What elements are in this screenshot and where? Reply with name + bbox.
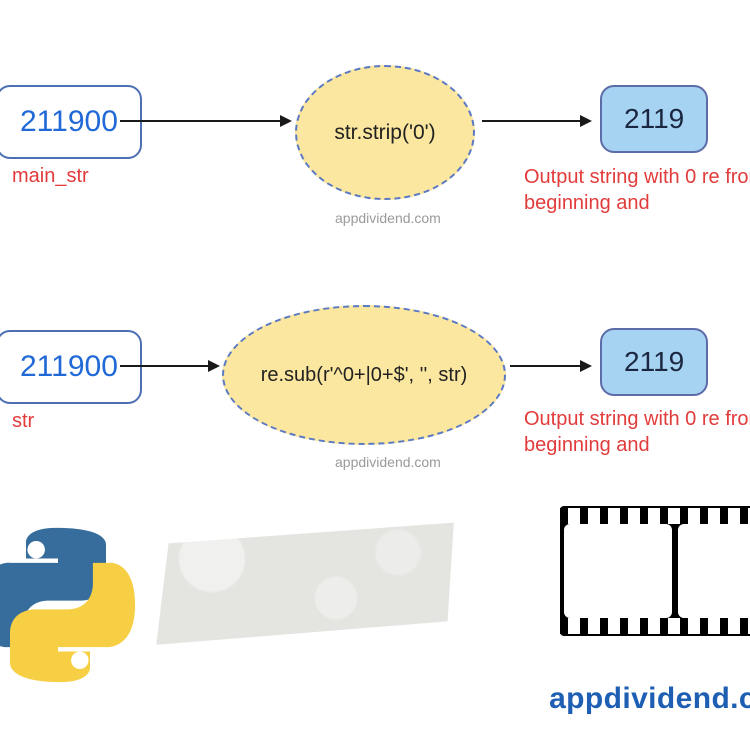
output-value-row2: 2119	[624, 346, 684, 377]
input-value-row2: 211900	[20, 350, 118, 383]
diagram-canvas: 211900 main_str str.strip('0') appdivide…	[0, 0, 750, 750]
output-box-row1: 2119	[600, 85, 708, 153]
arrow-method-to-output-row1	[482, 120, 590, 122]
method-caption-row2: appdividend.com	[335, 454, 441, 470]
output-box-row2: 2119	[600, 328, 708, 396]
output-value-row1: 2119	[624, 103, 684, 134]
input-box-row2: 211900	[0, 330, 142, 404]
output-label-row1: Output string with 0 re from beginning a…	[524, 164, 750, 216]
input-value-row1: 211900	[20, 105, 118, 138]
method-text-row2: re.sub(r'^0+|0+$', '', str)	[261, 364, 468, 387]
tape-graphic	[150, 520, 460, 650]
arrow-input-to-method-row1	[120, 120, 290, 122]
film-frame	[564, 524, 672, 618]
arrow-method-to-output-row2	[510, 365, 590, 367]
method-node-row1: str.strip('0')	[295, 65, 475, 200]
method-text-row1: str.strip('0')	[334, 121, 435, 145]
arrow-input-to-method-row2	[120, 365, 218, 367]
film-strip-icon	[560, 506, 750, 636]
input-label-row2: str	[12, 410, 34, 433]
input-box-row1: 211900	[0, 85, 142, 159]
method-caption-row1: appdividend.com	[335, 210, 441, 226]
output-label-row2: Output string with 0 re from beginning a…	[524, 406, 750, 458]
method-node-row2: re.sub(r'^0+|0+$', '', str)	[222, 305, 506, 445]
film-frame	[678, 524, 750, 618]
python-logo-icon	[0, 520, 138, 690]
input-label-row1: main_str	[12, 165, 89, 188]
brand-watermark: appdividend.c	[549, 682, 750, 716]
